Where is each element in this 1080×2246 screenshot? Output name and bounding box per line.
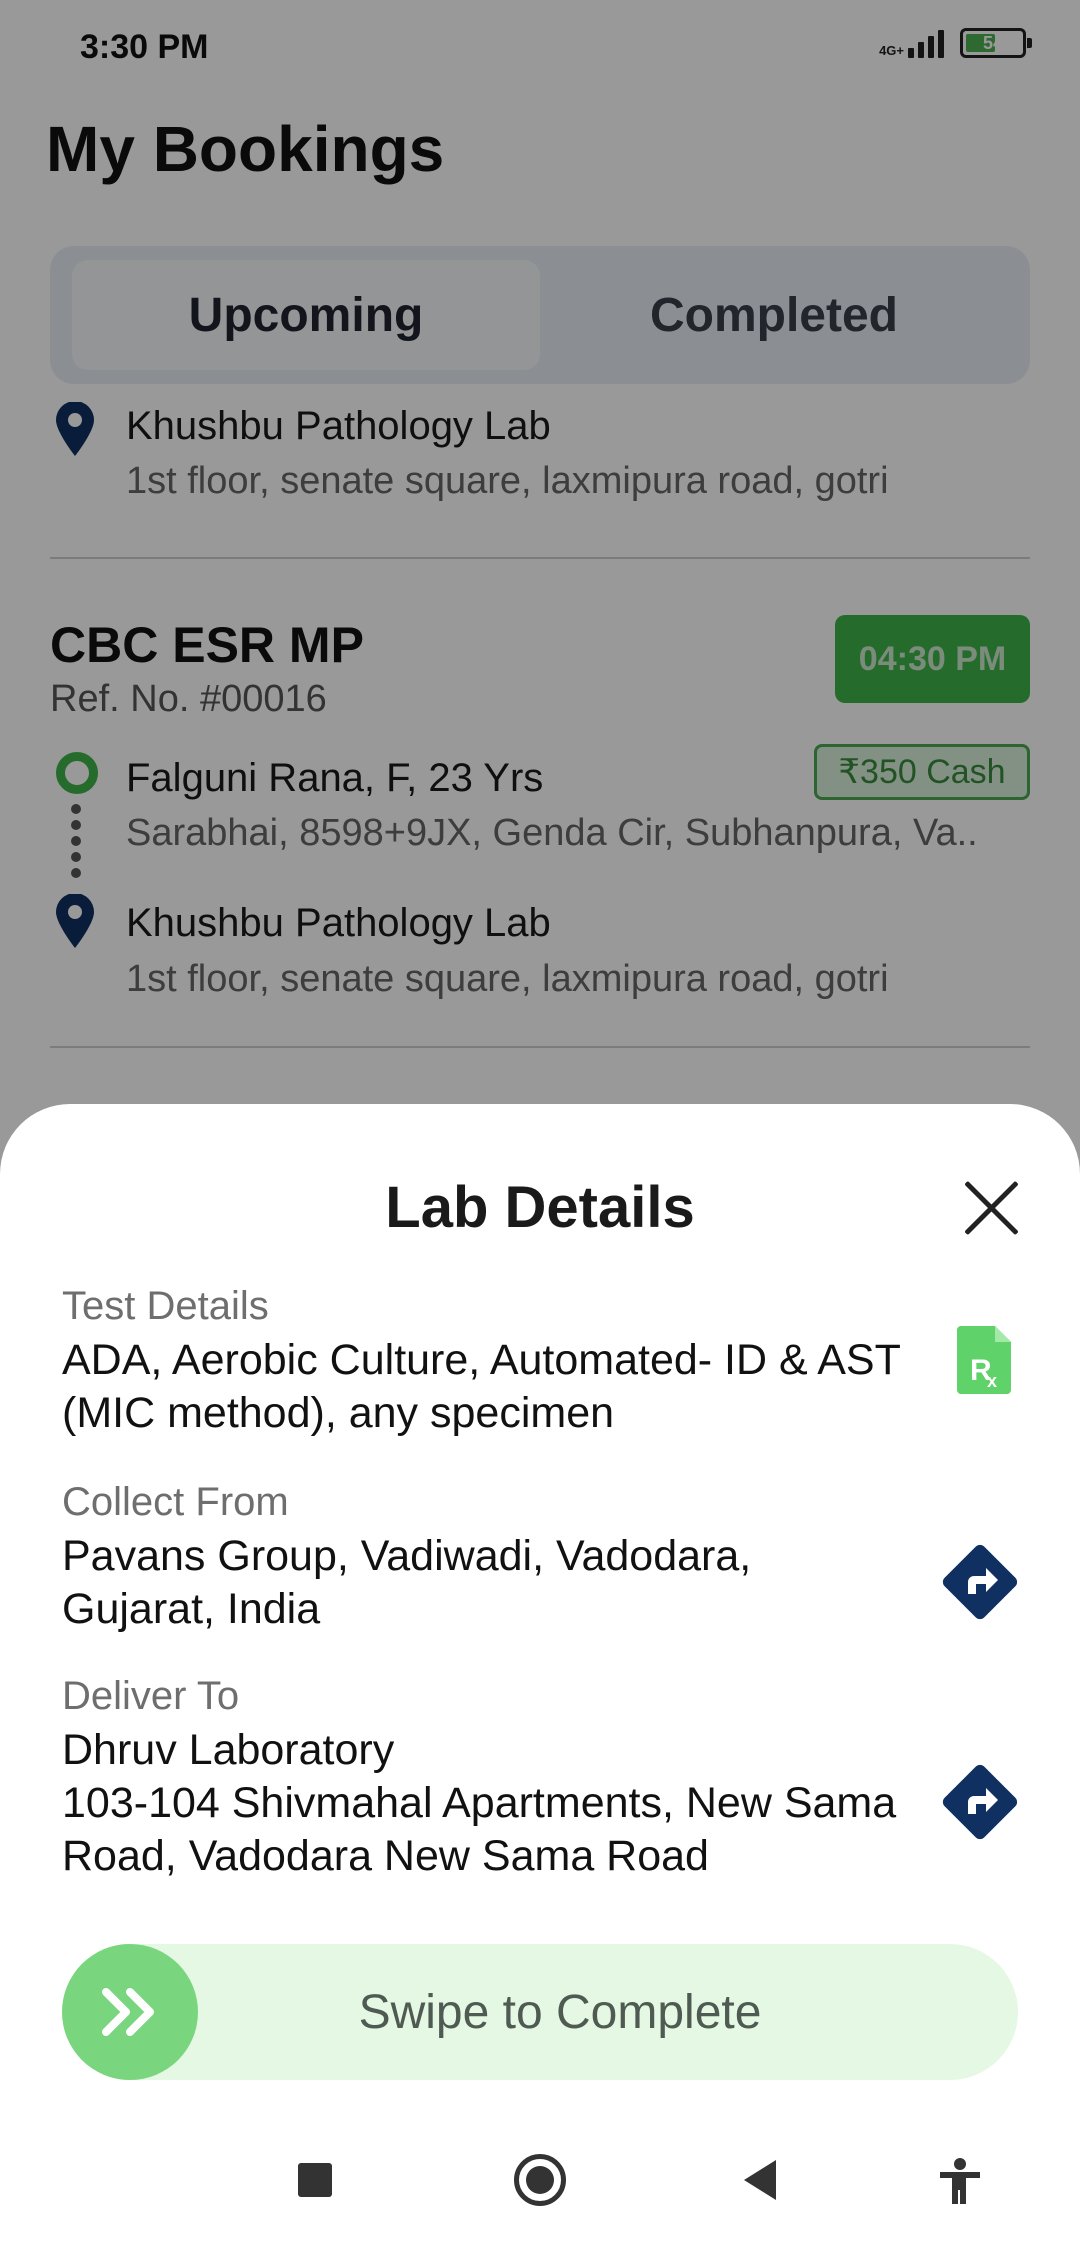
test-details-value: ADA, Aerobic Culture, Automated- ID & AS… [62, 1336, 901, 1437]
prescription-file-icon[interactable]: R x [957, 1326, 1011, 1394]
double-chevron-right-icon [102, 1988, 154, 2036]
sheet-title: Lab Details [385, 1175, 695, 1240]
recent-apps-icon[interactable] [298, 2163, 332, 2197]
deliver-to-label: Deliver To [62, 1674, 240, 1718]
swipe-to-complete-slider[interactable]: Swipe to Complete [62, 1944, 1018, 2080]
close-icon[interactable] [962, 1178, 1022, 1238]
directions-icon[interactable] [938, 1540, 1022, 1624]
system-nav-bar [0, 2120, 1080, 2246]
lab-details-sheet: Lab Details Test Details ADA, Aerobic Cu… [0, 1104, 1080, 2246]
accessibility-icon[interactable] [938, 2158, 982, 2206]
deliver-to-name: Dhruv Laboratory [62, 1726, 395, 1774]
collect-from-label: Collect From [62, 1480, 289, 1524]
deliver-to-address: 103-104 Shivmahal Apartments, New Sama R… [62, 1779, 897, 1880]
directions-icon[interactable] [938, 1760, 1022, 1844]
svg-text:x: x [987, 1371, 997, 1391]
swipe-label: Swipe to Complete [358, 1985, 762, 2039]
back-icon[interactable] [744, 2160, 776, 2200]
test-details-label: Test Details [62, 1284, 269, 1328]
home-icon[interactable] [514, 2154, 566, 2206]
swipe-handle[interactable] [62, 1944, 198, 2080]
collect-from-value: Pavans Group, Vadiwadi, Vadodara, Gujara… [62, 1532, 752, 1633]
